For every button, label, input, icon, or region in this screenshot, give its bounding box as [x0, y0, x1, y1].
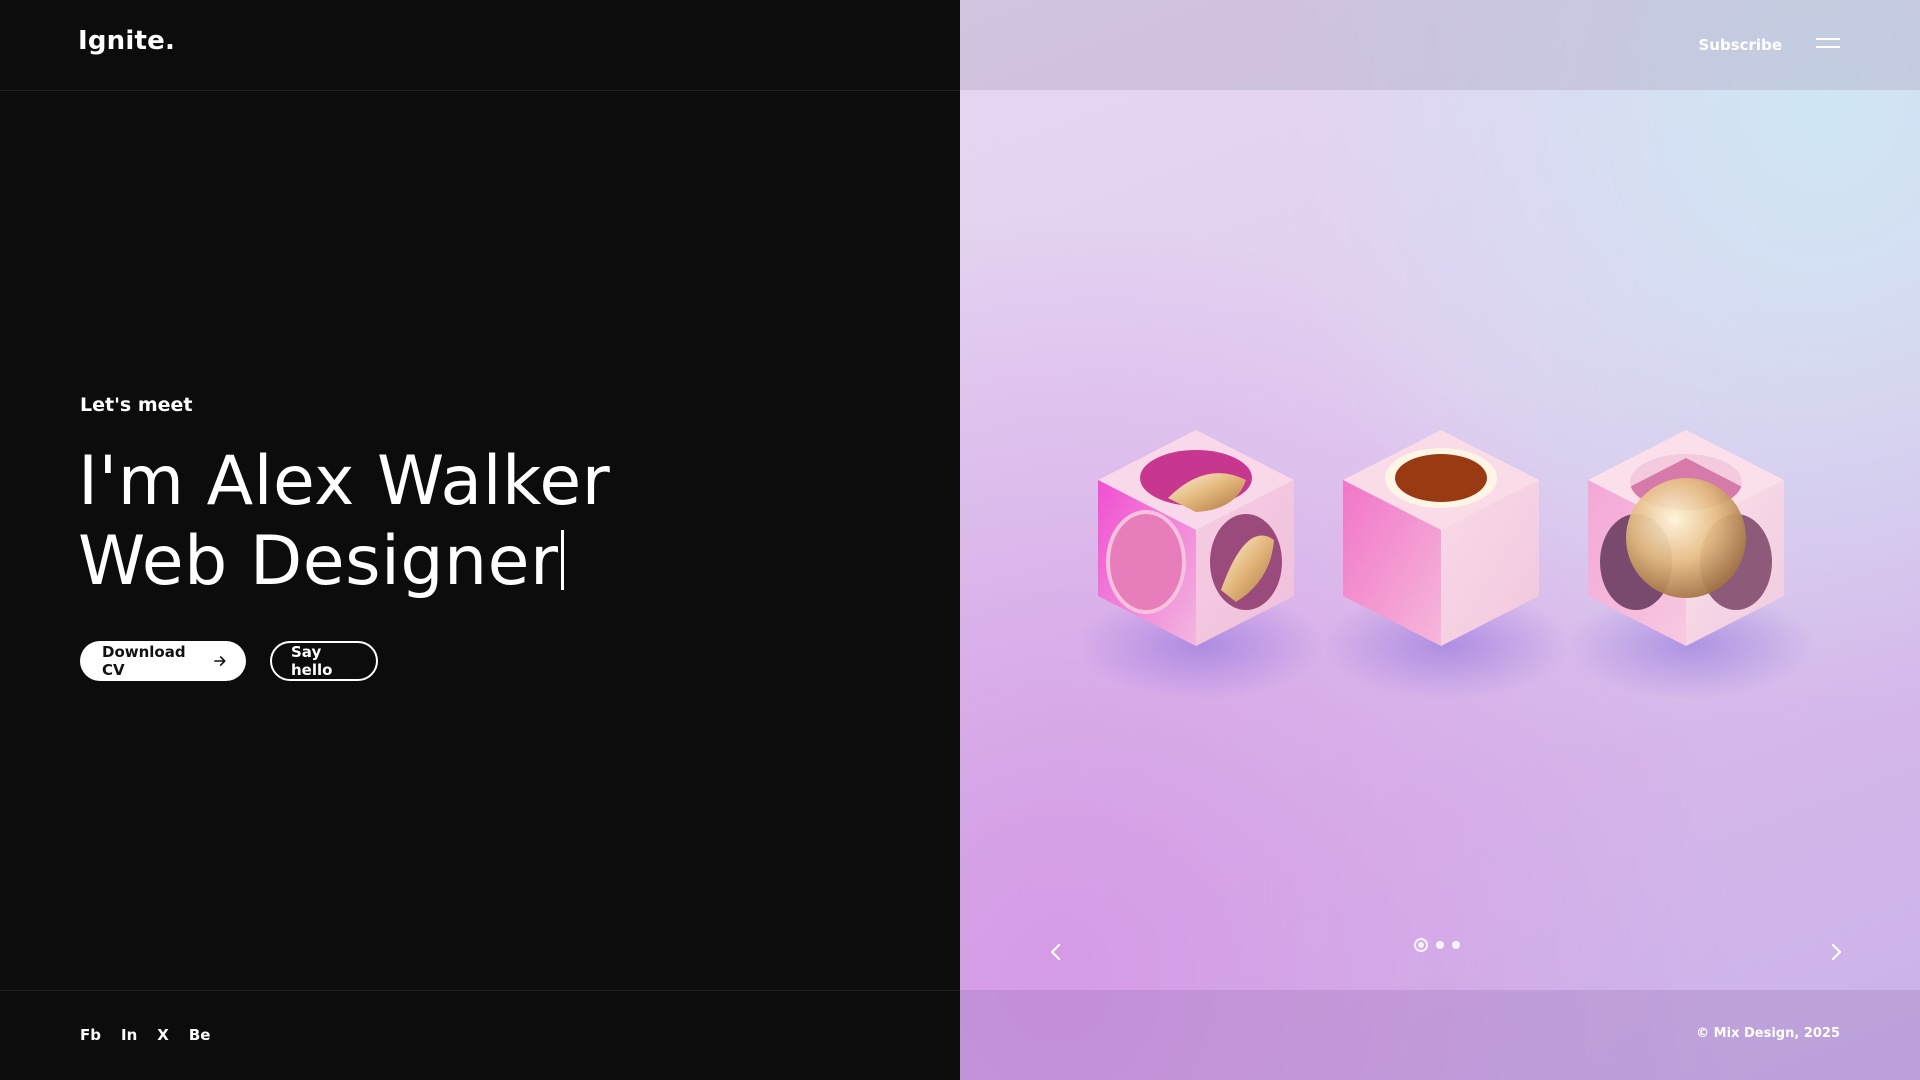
slider-dot-2[interactable]: [1436, 941, 1444, 949]
cube-illustration-3: [1588, 430, 1784, 646]
footer-divider: [0, 990, 960, 991]
subscribe-link[interactable]: Subscribe: [1699, 36, 1783, 54]
slider-dots: [1414, 938, 1460, 952]
header-divider: [0, 90, 960, 91]
chevron-right-icon[interactable]: [1822, 938, 1850, 966]
headline-name: I'm Alex Walker: [78, 442, 611, 521]
hamburger-icon[interactable]: [1816, 38, 1840, 52]
copyright-text: © Mix Design, 2025: [1696, 1026, 1840, 1041]
social-link-x[interactable]: X: [157, 1026, 169, 1044]
cube-illustration-1: [1098, 430, 1294, 646]
arrow-right-icon: [213, 656, 226, 666]
social-link-facebook[interactable]: Fb: [80, 1026, 101, 1044]
chevron-left-icon[interactable]: [1042, 938, 1070, 966]
left-panel: Ignite. Let's meet I'm Alex Walker Web D…: [0, 0, 960, 1080]
hero-image-slider: Subscribe © Mix Design, 2025: [960, 0, 1920, 1080]
typing-caret: [561, 530, 565, 590]
download-cv-label: Download CV: [102, 643, 186, 679]
social-link-linkedin[interactable]: In: [121, 1026, 137, 1044]
headline-role: Web Designer: [78, 522, 559, 601]
social-link-behance[interactable]: Be: [189, 1026, 211, 1044]
say-hello-button[interactable]: Say hello: [270, 641, 378, 681]
slider-dot-1[interactable]: [1414, 938, 1428, 952]
hero-headline: I'm Alex Walker Web Designer: [78, 442, 610, 602]
social-links: Fb In X Be: [80, 1026, 210, 1044]
cta-buttons: Download CV Say hello: [80, 641, 378, 681]
site-logo[interactable]: Ignite.: [78, 26, 175, 56]
cube-illustration-2: [1343, 430, 1539, 646]
hero-illustration: [1076, 420, 1816, 700]
intro-eyebrow: Let's meet: [80, 394, 193, 416]
download-cv-button[interactable]: Download CV: [80, 641, 246, 681]
headline-role-line: Web Designer: [78, 522, 610, 602]
slider-dot-3[interactable]: [1452, 941, 1460, 949]
